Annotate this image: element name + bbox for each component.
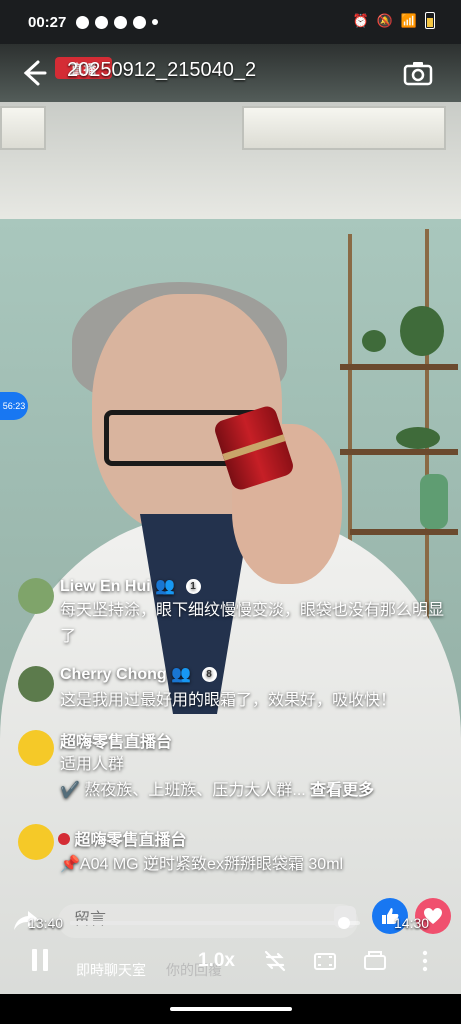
progress-knob[interactable]	[338, 917, 351, 929]
commenter-name[interactable]: Liew En Hui 👥 1	[60, 576, 201, 596]
mute-icon: 🔕	[376, 12, 393, 28]
comment-line: ✔️ 熬夜族、上班族、压力大人群... 查看更多	[60, 778, 445, 804]
home-indicator[interactable]	[170, 1007, 292, 1011]
page-avatar[interactable]	[18, 824, 54, 860]
shelf	[340, 449, 458, 455]
commenter-name[interactable]: 超嗨零售直播台	[58, 826, 186, 850]
comment-text: 这是我用过最好用的眼霜了，效果好，吸收快！	[60, 692, 397, 709]
shelf	[340, 364, 458, 370]
avatar[interactable]	[18, 666, 54, 702]
shelf	[350, 529, 458, 535]
fullscreen-icon[interactable]	[312, 948, 338, 974]
messenger-icon	[95, 15, 109, 29]
facebook-icon	[76, 15, 90, 29]
picture-in-picture-icon[interactable]	[362, 948, 388, 974]
avatar[interactable]	[18, 578, 54, 614]
current-time: 13:40	[28, 915, 64, 931]
ceiling-light	[242, 106, 446, 150]
comment-line-text: ✔️ 熬夜族、上班族、压力大人群...	[60, 782, 306, 799]
repeat-off-icon[interactable]	[262, 948, 288, 974]
progress-fill	[70, 921, 345, 925]
facebook-icon	[114, 15, 128, 29]
commenter-name-text: Liew En Hui	[60, 578, 151, 595]
level-badge: 1	[185, 579, 201, 595]
video-title: 20250912_215040_2	[67, 59, 257, 81]
page-avatar[interactable]	[18, 730, 54, 766]
see-more-link[interactable]: 查看更多	[310, 782, 374, 799]
total-time: 14:30	[394, 915, 430, 931]
wifi-icon: 📶	[400, 12, 417, 28]
vase	[420, 474, 448, 529]
back-icon[interactable]	[18, 58, 48, 88]
system-icons: ⏰ 🔕 📶	[352, 12, 435, 29]
progress-track[interactable]	[70, 917, 360, 929]
camera-icon[interactable]	[403, 60, 433, 86]
notification-icons	[76, 15, 159, 29]
battery-icon	[425, 12, 435, 29]
pause-icon[interactable]	[24, 944, 56, 976]
alarm-icon: ⏰	[352, 12, 369, 28]
commenter-name-text: 超嗨零售直播台	[74, 832, 187, 849]
status-time: 00:27	[28, 13, 67, 31]
pin-badge-icon	[58, 833, 70, 845]
more-options-icon[interactable]	[412, 948, 438, 974]
playback-speed-button[interactable]: 1.0x	[198, 950, 235, 972]
plant	[400, 306, 444, 356]
tab-live-chat[interactable]: 即時聊天室	[76, 960, 146, 980]
comment-text: 📌A04 MG 逆时紧致ex掰掰眼袋霜 30ml	[60, 856, 344, 873]
comment-text: 适用人群 ✔️ 熬夜族、上班族、压力大人群... 查看更多	[60, 752, 445, 804]
ceiling-light	[0, 106, 46, 150]
plant	[362, 330, 386, 352]
system-nav-bar	[0, 994, 461, 1024]
user-icon: 👥	[171, 666, 192, 683]
level-badge: 8	[201, 667, 217, 683]
comment-text: 每天坚持涂，眼下细纹慢慢变淡，眼袋也没有那么明显了	[60, 602, 445, 645]
status-bar: 00:27 ⏰ 🔕 📶	[0, 0, 461, 44]
chat-icon	[133, 15, 147, 29]
commenter-name[interactable]: 超嗨零售直播台	[60, 728, 172, 752]
comment-line: 适用人群	[60, 756, 125, 773]
commenter-name-text: Cherry Chong	[60, 666, 167, 683]
commenter-name[interactable]: Cherry Chong 👥 8	[60, 664, 217, 684]
video-header: 直播 20250912_215040_2	[0, 52, 461, 96]
plant	[396, 427, 440, 449]
playback-progress: 13:40 14:30	[0, 912, 461, 934]
user-icon: 👥	[155, 578, 176, 595]
viewer-indicator[interactable]: 56:23	[0, 392, 28, 420]
player-controls: 即時聊天室 你的回覆 1.0x	[0, 936, 461, 994]
dot-icon	[152, 19, 159, 25]
